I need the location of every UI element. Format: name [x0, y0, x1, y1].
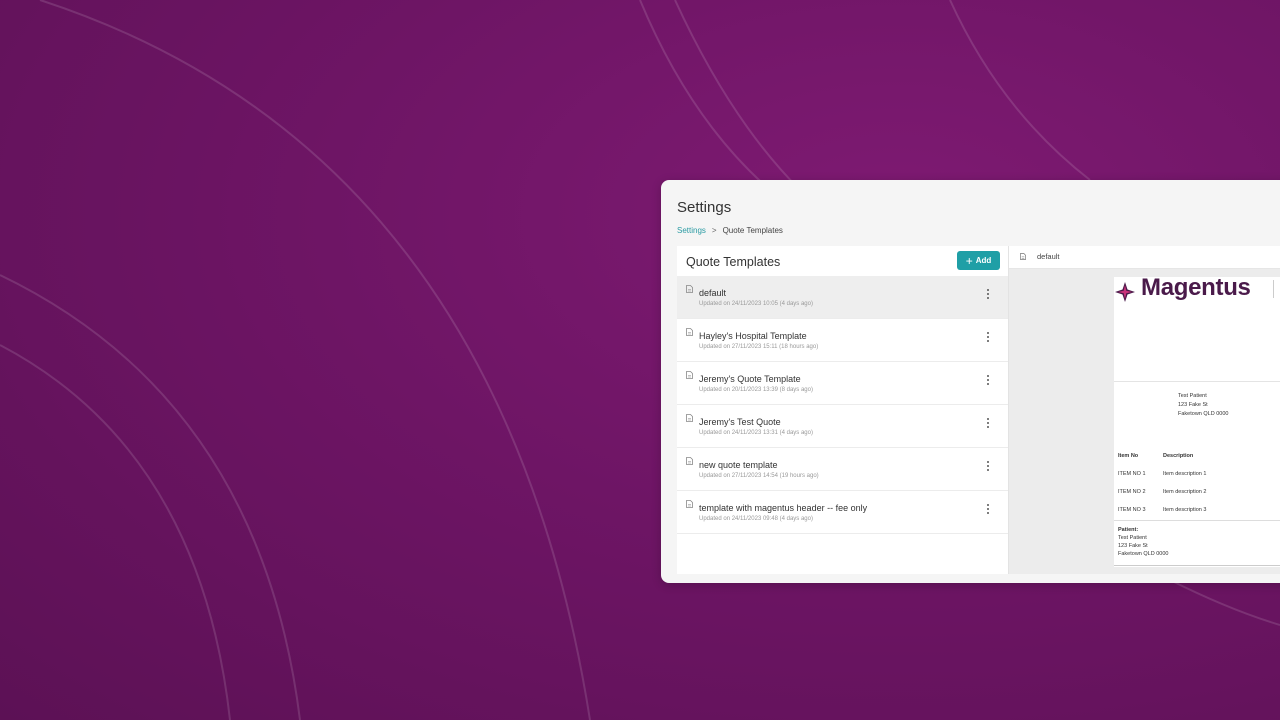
- list-header: Quote Templates + Add: [677, 246, 1008, 276]
- patient-address-block: Test Patient 123 Fake St Faketown QLD 00…: [1178, 392, 1228, 419]
- document-icon: [686, 328, 693, 336]
- document-icon: [686, 414, 693, 422]
- add-button-label: Add: [975, 256, 992, 265]
- more-options-icon[interactable]: [986, 460, 990, 472]
- template-updated: Updated on 24/11/2023 10:05 (4 days ago): [699, 301, 813, 307]
- template-name: Jeremy's Test Quote: [699, 417, 781, 427]
- plus-icon: +: [965, 253, 973, 268]
- preview-document: Magentus Test Patient 123 Fake St Faketo…: [1114, 274, 1280, 567]
- header-description: Description: [1163, 453, 1194, 459]
- breadcrumb-settings-link[interactable]: Settings: [677, 226, 706, 235]
- patient-label: Patient:: [1118, 527, 1139, 533]
- page-title: Settings: [677, 199, 732, 216]
- template-updated: Updated on 24/11/2023 09:48 (4 days ago): [699, 516, 813, 522]
- template-updated: Updated on 27/11/2023 14:54 (19 hours ag…: [699, 473, 819, 479]
- template-item-hayleys-hospital-template[interactable]: Hayley's Hospital Template Updated on 27…: [677, 319, 1008, 362]
- template-name: template with magentus header -- fee onl…: [699, 503, 868, 513]
- patient-city: Faketown QLD 0000: [1178, 411, 1229, 417]
- header-divider: [1273, 280, 1274, 298]
- divider: [1114, 520, 1280, 521]
- template-item-new-quote-template[interactable]: new quote template Updated on 27/11/2023…: [677, 448, 1008, 491]
- template-name: new quote template: [699, 460, 778, 470]
- template-updated: Updated on 20/11/2023 13:39 (8 days ago): [699, 387, 813, 393]
- list-title: Quote Templates: [686, 255, 781, 269]
- divider: [1114, 381, 1280, 382]
- document-icon: [686, 457, 693, 465]
- template-name: Hayley's Hospital Template: [699, 331, 807, 341]
- template-item-jeremys-test-quote[interactable]: Jeremy's Test Quote Updated on 24/11/202…: [677, 405, 1008, 448]
- breadcrumb-separator: >: [711, 226, 717, 235]
- footer-patient-name: Test Patient: [1118, 535, 1147, 541]
- patient-street: 123 Fake St: [1178, 402, 1208, 408]
- divider: [1114, 565, 1280, 566]
- header-item-no: Item No: [1118, 453, 1139, 459]
- item-description: Item description 2: [1163, 489, 1207, 495]
- logo-text: Magentus: [1141, 274, 1251, 301]
- more-options-icon[interactable]: [986, 374, 990, 386]
- template-updated: Updated on 27/11/2023 15:11 (18 hours ag…: [699, 344, 819, 350]
- template-item-magentus-header-fee-only[interactable]: template with magentus header -- fee onl…: [677, 491, 1008, 534]
- more-options-icon[interactable]: [986, 331, 990, 343]
- template-item-default[interactable]: default Updated on 24/11/2023 10:05 (4 d…: [677, 276, 1008, 319]
- add-template-button[interactable]: + Add: [957, 251, 1000, 270]
- template-list: default Updated on 24/11/2023 10:05 (4 d…: [677, 276, 1008, 534]
- item-no: ITEM NO 3: [1118, 507, 1146, 513]
- preview-template-name: default: [1037, 252, 1060, 261]
- document-icon: [686, 500, 693, 508]
- preview-toolbar: default: [1009, 246, 1280, 269]
- breadcrumb-current: Quote Templates: [722, 226, 783, 235]
- template-preview-panel: default Magentus Test Patient 123 Fake S…: [1009, 246, 1280, 574]
- more-options-icon[interactable]: [986, 503, 990, 515]
- more-options-icon[interactable]: [986, 288, 990, 300]
- template-updated: Updated on 24/11/2023 13:31 (4 days ago): [699, 430, 813, 436]
- document-icon: [686, 285, 693, 293]
- patient-name: Test Patient: [1178, 393, 1207, 399]
- item-description: Item description 3: [1163, 507, 1207, 513]
- template-name: Jeremy's Quote Template: [699, 374, 801, 384]
- item-description: Item description 1: [1163, 471, 1207, 477]
- patient-footer: Patient: Test Patient 123 Fake St Faketo…: [1118, 526, 1168, 558]
- magentus-star-icon: [1115, 282, 1135, 302]
- footer-patient-street: 123 Fake St: [1118, 543, 1148, 549]
- item-no: ITEM NO 1: [1118, 471, 1146, 477]
- document-icon: [1020, 253, 1026, 260]
- template-name: default: [699, 288, 727, 298]
- template-item-jeremys-quote-template[interactable]: Jeremy's Quote Template Updated on 20/11…: [677, 362, 1008, 405]
- more-options-icon[interactable]: [986, 417, 990, 429]
- footer-patient-city: Faketown QLD 0000: [1118, 551, 1169, 557]
- document-icon: [686, 371, 693, 379]
- item-no: ITEM NO 2: [1118, 489, 1146, 495]
- quote-templates-panel: Quote Templates + Add default Updated on …: [677, 246, 1009, 574]
- breadcrumb: Settings > Quote Templates: [677, 226, 783, 235]
- settings-window: Settings Settings > Quote Templates Quote …: [661, 180, 1280, 583]
